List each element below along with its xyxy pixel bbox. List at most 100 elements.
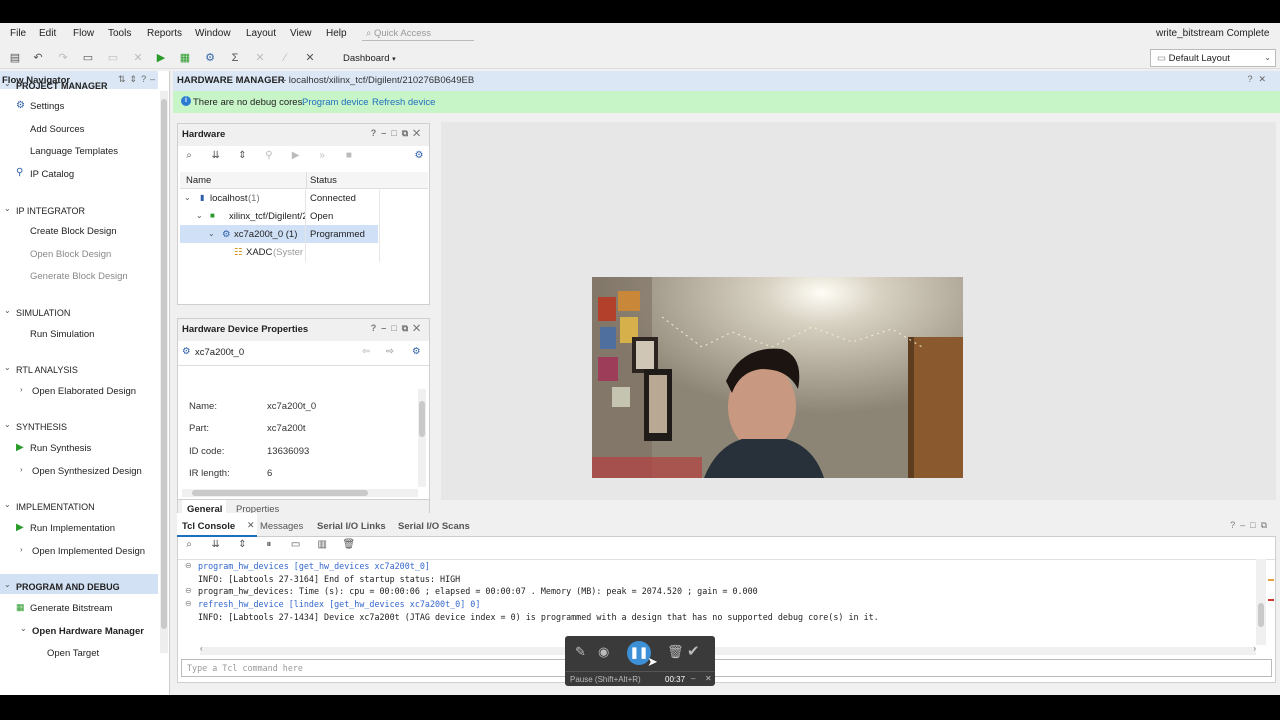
- chevron-down-icon[interactable]: ⌄: [196, 211, 203, 220]
- nav-run-synthesis[interactable]: Run Synthesis: [30, 443, 91, 454]
- bitstream-icon[interactable]: ▦: [178, 51, 192, 65]
- gear-icon[interactable]: ⚙: [412, 150, 426, 161]
- minimize-icon[interactable]: –: [691, 674, 695, 683]
- back-arrow-icon[interactable]: ⇦: [362, 346, 370, 357]
- chevron-down-icon[interactable]: ⌄: [4, 500, 11, 509]
- report-sigma-icon[interactable]: Σ: [228, 51, 242, 65]
- webcam-icon[interactable]: ◉: [598, 644, 609, 660]
- trash-icon[interactable]: 🗑: [667, 644, 684, 660]
- navigator-scrollbar[interactable]: [160, 91, 168, 653]
- section-implementation[interactable]: IMPLEMENTATION: [16, 502, 95, 512]
- fold-icon[interactable]: ⊖: [185, 586, 192, 595]
- nav-open-block-design[interactable]: Open Block Design: [30, 249, 111, 260]
- cross-tool-icon[interactable]: ✕: [253, 51, 267, 65]
- horizontal-scrollbar[interactable]: [182, 489, 418, 497]
- menu-file[interactable]: File: [10, 28, 26, 39]
- section-project-manager[interactable]: PROJECT MANAGER: [16, 81, 108, 91]
- nav-open-synthesized-design[interactable]: Open Synthesized Design: [32, 466, 142, 477]
- menu-reports[interactable]: Reports: [147, 28, 182, 39]
- done-check-icon[interactable]: ✔: [687, 642, 700, 660]
- program-device-link[interactable]: Program device: [302, 97, 369, 108]
- menu-edit[interactable]: Edit: [39, 28, 56, 39]
- forward-arrow-icon[interactable]: ⇨: [386, 346, 394, 357]
- auto-connect-icon[interactable]: ⚲: [262, 150, 276, 161]
- paste-icon[interactable]: ▭: [106, 51, 120, 65]
- menu-window[interactable]: Window: [195, 28, 231, 39]
- close-icon[interactable]: ✕: [247, 520, 255, 531]
- nav-generate-bitstream[interactable]: Generate Bitstream: [30, 603, 112, 614]
- section-simulation[interactable]: SIMULATION: [16, 308, 70, 318]
- chevron-down-icon[interactable]: ⌄: [184, 193, 191, 202]
- tab-tcl-console[interactable]: Tcl Console ✕: [177, 513, 257, 537]
- nav-open-target[interactable]: Open Target: [47, 648, 99, 659]
- delete-icon[interactable]: ✕: [131, 51, 145, 65]
- nav-open-elaborated-design[interactable]: Open Elaborated Design: [32, 386, 136, 397]
- run-icon[interactable]: ▶: [154, 51, 168, 65]
- vertical-scrollbar[interactable]: [418, 389, 426, 487]
- nav-add-sources[interactable]: Add Sources: [30, 124, 84, 135]
- chevron-down-icon[interactable]: ⌄: [4, 420, 11, 429]
- chevron-down-icon[interactable]: ⌄: [4, 580, 11, 589]
- tab-serial-io-links[interactable]: Serial I/O Links: [317, 521, 386, 532]
- dashboard-menu[interactable]: Dashboard ▾: [343, 53, 396, 64]
- debug-tool-icon[interactable]: ✕: [303, 51, 317, 65]
- chevron-down-icon[interactable]: ⌄: [4, 204, 11, 213]
- filter-icon[interactable]: ▥: [315, 539, 329, 550]
- nav-generate-block-design[interactable]: Generate Block Design: [30, 271, 128, 282]
- panel-window-controls-icon[interactable]: ?–□⧉✕: [371, 323, 425, 334]
- search-icon[interactable]: ⌕: [182, 150, 196, 161]
- nav-open-implemented-design[interactable]: Open Implemented Design: [32, 546, 145, 557]
- refresh-device-link[interactable]: Refresh device: [372, 97, 435, 108]
- copy-icon[interactable]: ▭: [81, 51, 95, 65]
- console-horizontal-scrollbar[interactable]: ‹ ›: [200, 644, 1256, 655]
- settings-gear-icon[interactable]: ⚙: [203, 51, 217, 65]
- chevron-down-icon[interactable]: ⌄: [208, 229, 215, 238]
- run-immediate-icon[interactable]: »: [315, 150, 329, 161]
- chevron-right-icon[interactable]: ›: [20, 545, 23, 554]
- tab-messages[interactable]: Messages: [260, 521, 303, 532]
- nav-run-simulation[interactable]: Run Simulation: [30, 329, 94, 340]
- col-status[interactable]: Status: [310, 175, 337, 186]
- menu-help[interactable]: Help: [326, 28, 347, 39]
- chevron-right-icon[interactable]: ›: [20, 465, 23, 474]
- copy-icon[interactable]: ▭: [289, 539, 303, 550]
- nav-language-templates[interactable]: Language Templates: [30, 146, 118, 157]
- fold-icon[interactable]: ⊖: [185, 561, 192, 570]
- chevron-right-icon[interactable]: ›: [20, 385, 23, 394]
- panel-window-controls-icon[interactable]: ?–□⧉✕: [371, 128, 425, 139]
- section-rtl-analysis[interactable]: RTL ANALYSIS: [16, 365, 78, 375]
- tcl-command-input[interactable]: Type a Tcl command here: [181, 659, 1272, 677]
- navigator-controls-icon[interactable]: ⇅⇕?–: [118, 74, 159, 85]
- wand-icon[interactable]: ⁄: [278, 51, 292, 65]
- layout-select[interactable]: ▭ Default Layout ⌄: [1150, 49, 1276, 67]
- chevron-down-icon[interactable]: ⌄: [4, 79, 11, 88]
- nav-ip-catalog[interactable]: IP Catalog: [30, 169, 74, 180]
- fold-icon[interactable]: ⊖: [185, 599, 192, 608]
- pause-output-icon[interactable]: ⏸: [262, 539, 276, 550]
- expand-all-icon[interactable]: ⇕: [235, 150, 249, 161]
- expand-all-icon[interactable]: ⇕: [235, 539, 249, 550]
- redo-icon[interactable]: ↷: [56, 51, 70, 65]
- undo-icon[interactable]: ↶: [31, 51, 45, 65]
- menu-tools[interactable]: Tools: [108, 28, 131, 39]
- help-close-icons[interactable]: ?✕: [1247, 74, 1272, 85]
- search-icon[interactable]: ⌕: [182, 539, 196, 550]
- menu-layout[interactable]: Layout: [246, 28, 276, 39]
- chevron-down-icon[interactable]: ⌄: [4, 306, 11, 315]
- section-synthesis[interactable]: SYNTHESIS: [16, 422, 67, 432]
- clear-console-icon[interactable]: 🗑: [342, 539, 356, 550]
- run-trigger-icon[interactable]: ▶: [289, 150, 303, 161]
- tab-serial-io-scans[interactable]: Serial I/O Scans: [398, 521, 470, 532]
- chevron-down-icon[interactable]: ⌄: [4, 363, 11, 372]
- section-program-and-debug[interactable]: PROGRAM AND DEBUG: [16, 582, 120, 592]
- nav-create-block-design[interactable]: Create Block Design: [30, 226, 117, 237]
- close-icon[interactable]: ✕: [705, 674, 712, 683]
- nav-settings[interactable]: Settings: [30, 101, 64, 112]
- nav-open-hardware-manager[interactable]: Open Hardware Manager: [32, 626, 144, 637]
- section-ip-integrator[interactable]: IP INTEGRATOR: [16, 206, 85, 216]
- col-name[interactable]: Name: [186, 175, 211, 186]
- stop-icon[interactable]: ■: [342, 150, 356, 161]
- collapse-all-icon[interactable]: ⇊: [209, 150, 223, 161]
- menu-flow[interactable]: Flow: [73, 28, 94, 39]
- pen-icon[interactable]: ✎: [575, 644, 586, 660]
